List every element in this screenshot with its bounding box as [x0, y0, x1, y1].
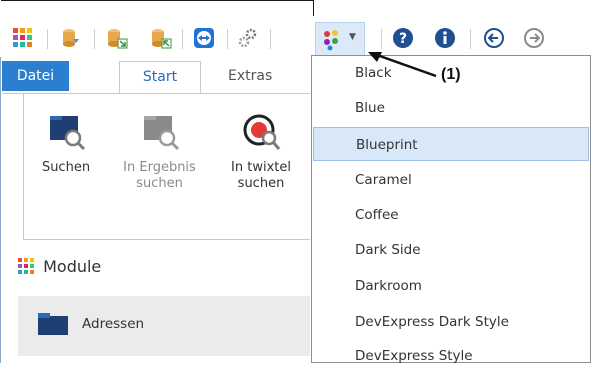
tab-extras[interactable]: Extras: [228, 61, 298, 91]
apps-grid-icon: [18, 258, 34, 274]
cylinder-database-icon[interactable]: [60, 27, 82, 49]
search-in-results-label: In Ergebnis suchen: [123, 160, 196, 191]
menu-item-coffee[interactable]: Coffee: [313, 198, 589, 232]
toolbar-separator: [47, 29, 48, 49]
search-button[interactable]: Suchen: [33, 112, 99, 176]
back-icon[interactable]: [483, 27, 505, 49]
menu-item-blue[interactable]: Blue: [313, 91, 589, 125]
menu-item-dark-side[interactable]: Dark Side: [313, 233, 589, 267]
folder-search-disabled-icon: [140, 112, 180, 152]
tab-start[interactable]: Start: [119, 61, 201, 94]
folder-icon: [38, 313, 68, 335]
database-export-icon[interactable]: [106, 27, 128, 49]
toolbar-separator: [227, 29, 228, 49]
window-edge-divider: [313, 0, 314, 16]
forward-icon[interactable]: [523, 27, 545, 49]
palette-icon: [324, 30, 338, 51]
toolbar-separator: [470, 29, 471, 49]
folder-search-icon: [46, 112, 86, 152]
annotation-label: (1): [441, 66, 461, 83]
toolbar-separator: [182, 29, 183, 49]
annotation-arrow: [368, 52, 437, 78]
gear-icon[interactable]: [237, 27, 259, 49]
search-twixtel-label: In twixtel suchen: [231, 160, 291, 191]
teamviewer-icon[interactable]: [193, 27, 215, 49]
toolbar-separator: [270, 29, 271, 49]
window-edge: [1, 0, 314, 1]
twixtel-icon: [241, 112, 281, 152]
menu-item-devexpress-style[interactable]: DevExpress Style: [313, 339, 589, 373]
module-header: Module: [18, 257, 101, 276]
menu-item-darkroom[interactable]: Darkroom: [313, 269, 589, 303]
module-item-adressen[interactable]: Adressen: [18, 296, 310, 356]
module-item-label: Adressen: [82, 316, 145, 332]
search-twixtel-button[interactable]: In twixtel suchen: [219, 112, 303, 192]
tab-datei[interactable]: Datei: [2, 61, 69, 91]
module-header-label: Module: [43, 257, 102, 276]
database-import-icon[interactable]: [150, 27, 172, 49]
menu-item-caramel[interactable]: Caramel: [313, 163, 589, 197]
search-label: Suchen: [41, 160, 91, 175]
apps-grid-icon[interactable]: [12, 27, 34, 49]
skin-menu: Black Blue Blueprint Caramel Coffee Dark…: [311, 55, 591, 364]
menu-item-devexpress-dark-style[interactable]: DevExpress Dark Style: [313, 305, 589, 339]
chevron-down-icon: ▼: [349, 32, 356, 42]
toolbar-separator: [94, 29, 95, 49]
search-in-results-button[interactable]: In Ergebnis suchen: [112, 112, 207, 192]
skin-dropdown-button[interactable]: ▼: [315, 22, 365, 56]
menu-item-blueprint[interactable]: Blueprint: [313, 127, 589, 161]
